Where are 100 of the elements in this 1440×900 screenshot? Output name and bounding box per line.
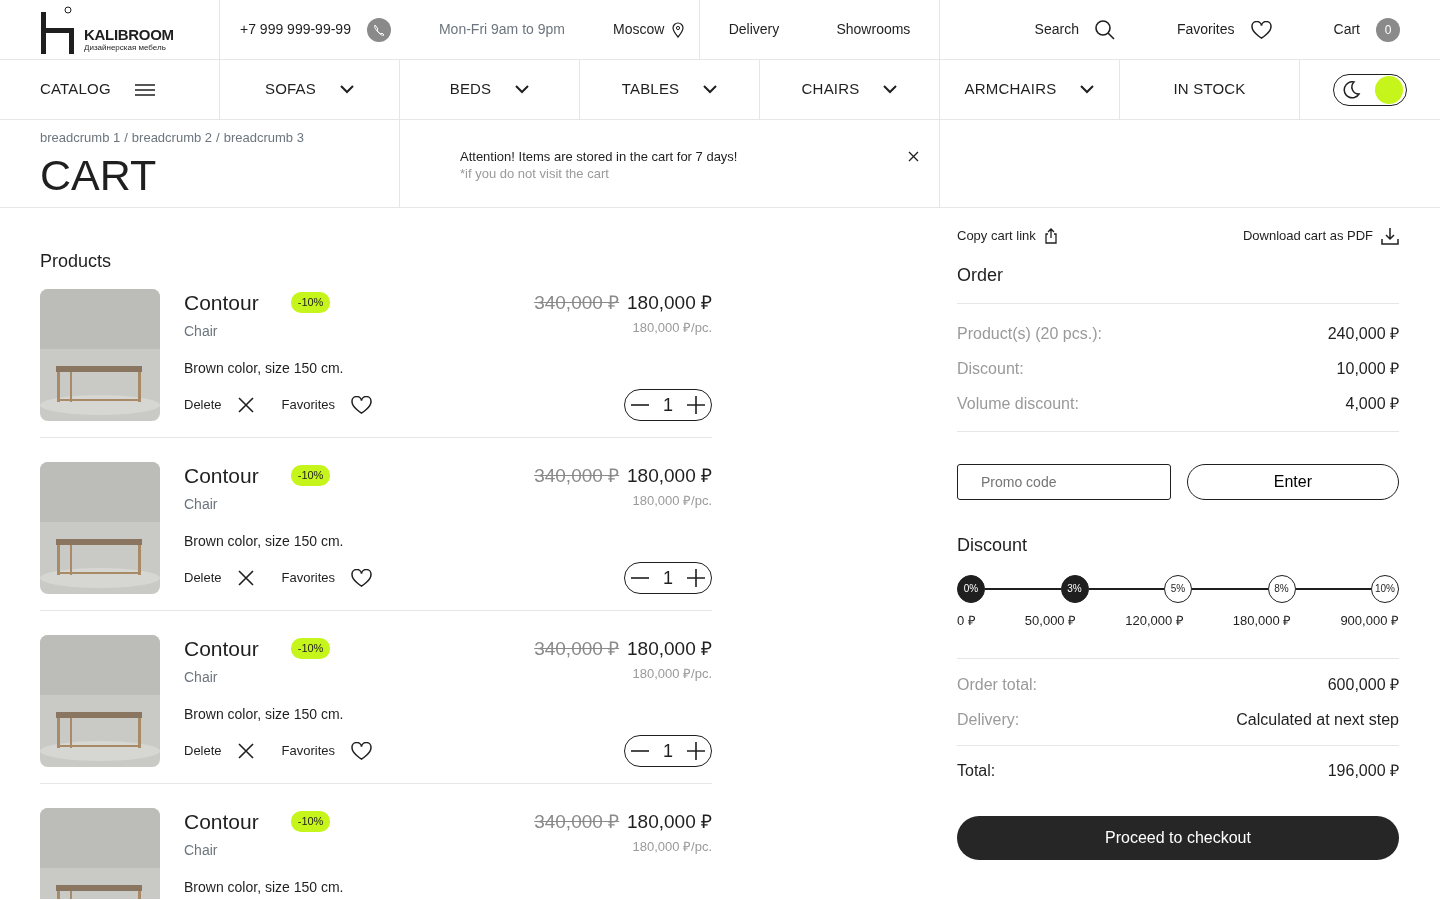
discount-badge: -10%	[290, 292, 331, 313]
discount-badge: -10%	[290, 811, 331, 832]
product-name[interactable]: Contour	[184, 811, 259, 832]
nav-link[interactable]: Delivery	[728, 19, 780, 40]
unit-price: 180,000 ₽/pc.	[631, 318, 712, 337]
promo-code-field[interactable]: Promo code	[957, 463, 1171, 500]
quantity-value: 1	[663, 739, 673, 763]
old-price: 340,000 ₽	[534, 638, 620, 659]
product-type: Chair	[184, 322, 219, 341]
threshold-label: 900,000 ₽	[1340, 611, 1399, 630]
summary-label: Product(s) (20 pcs.):	[957, 323, 1102, 344]
notice-note: *if you do not visit the cart	[460, 166, 610, 181]
product-type: Chair	[184, 495, 219, 514]
brand-name: KALIBROOM	[84, 27, 174, 43]
threshold-label: 0 ₽	[957, 611, 976, 630]
copy-link[interactable]: Copy cart link	[957, 226, 1036, 246]
category-tab[interactable]: CHAIRS	[801, 78, 860, 101]
category-tab[interactable]: ARMCHAIRS	[964, 78, 1057, 101]
summary-label: Volume discount:	[957, 393, 1079, 414]
summary-value: 10,000 ₽	[1336, 358, 1399, 379]
breadcrumb-separator: /	[124, 129, 128, 147]
logo[interactable]: KALIBROOM Дизайнерская мебель	[40, 5, 174, 54]
quantity-value: 1	[663, 566, 673, 590]
section-title: Discount	[957, 533, 1029, 557]
share-icon[interactable]	[1043, 227, 1058, 244]
summary-label: Delivery:	[957, 710, 1020, 730]
total-label: Total:	[957, 761, 996, 781]
nav-link[interactable]: Showrooms	[836, 19, 911, 40]
plus-icon[interactable]	[687, 742, 705, 760]
heart-icon[interactable]	[351, 396, 373, 414]
chevron-down-icon	[883, 85, 898, 94]
chevron-down-icon	[340, 85, 354, 94]
heart-icon[interactable]	[1250, 20, 1272, 39]
close-icon[interactable]	[237, 743, 254, 759]
product-description: Brown color, size 150 cm.	[184, 359, 345, 378]
phone-number[interactable]: +7 999 999-99-99	[240, 19, 351, 40]
threshold-label: 50,000 ₽	[1024, 611, 1077, 630]
download-link[interactable]: Download cart as PDF	[1242, 226, 1373, 246]
catalog-menu[interactable]: CATALOG	[40, 78, 111, 101]
discount-step: 5%	[1164, 574, 1192, 603]
category-tab[interactable]: SOFAS	[265, 78, 316, 101]
plus-icon[interactable]	[687, 569, 705, 587]
checkout-button[interactable]: Proceed to checkout	[957, 816, 1399, 860]
phone-icon[interactable]	[366, 17, 391, 42]
product-type: Chair	[184, 841, 219, 860]
close-icon[interactable]	[237, 397, 254, 413]
plus-icon[interactable]	[687, 396, 705, 414]
threshold-label: 180,000 ₽	[1232, 611, 1292, 630]
delete-link[interactable]: Delete	[184, 741, 222, 761]
summary-value: Calculated at next step	[1236, 710, 1399, 730]
product-description: Brown color, size 150 cm.	[184, 705, 345, 724]
moon-icon	[1341, 79, 1361, 100]
quantity-value: 1	[663, 393, 673, 417]
unit-price: 180,000 ₽/pc.	[631, 664, 712, 683]
total-value: 196,000 ₽	[1327, 761, 1399, 781]
threshold-label: 120,000 ₽	[1125, 611, 1184, 630]
search-icon[interactable]	[1094, 19, 1115, 40]
favorites-link[interactable]: Favorites	[1176, 19, 1235, 40]
category-tab[interactable]: BEDS	[449, 78, 492, 101]
heart-icon[interactable]	[351, 569, 373, 587]
summary-value: 4,000 ₽	[1345, 393, 1399, 414]
cart-link[interactable]: Cart	[1333, 19, 1360, 40]
close-icon[interactable]	[908, 151, 919, 162]
location-pin-icon[interactable]	[672, 21, 685, 38]
price: 180,000 ₽	[627, 465, 712, 486]
breadcrumb-link[interactable]: breadcrumb 3	[223, 128, 304, 148]
unit-price: 180,000 ₽/pc.	[631, 837, 712, 856]
product-name[interactable]: Contour	[184, 292, 259, 313]
breadcrumb-link[interactable]: breadcrumb 1	[40, 128, 121, 148]
breadcrumb-link[interactable]: breadcrumb 2	[131, 128, 213, 148]
delete-link[interactable]: Delete	[184, 395, 222, 415]
chevron-down-icon	[703, 85, 718, 94]
heart-icon[interactable]	[351, 742, 373, 760]
delete-link[interactable]: Delete	[184, 568, 222, 588]
category-tab[interactable]: IN STOCK	[1173, 78, 1246, 101]
old-price: 340,000 ₽	[534, 292, 620, 313]
working-hours: Mon-Fri 9am to 9pm	[438, 20, 565, 39]
product-name[interactable]: Contour	[184, 638, 259, 659]
favorites-link[interactable]: Favorites	[281, 395, 336, 415]
product-description: Brown color, size 150 cm.	[184, 878, 345, 897]
search-link[interactable]: Search	[1034, 19, 1079, 40]
summary-value: 240,000 ₽	[1327, 323, 1399, 344]
old-price: 340,000 ₽	[534, 811, 620, 832]
enter-button[interactable]: Enter	[1186, 463, 1399, 500]
product-name[interactable]: Contour	[184, 465, 259, 486]
menu-icon[interactable]	[134, 83, 155, 96]
brand-subtitle: Дизайнерская мебель	[84, 42, 167, 54]
breadcrumb-separator: /	[216, 129, 220, 147]
category-tab[interactable]: TABLES	[621, 78, 680, 101]
summary-label: Order total:	[957, 675, 1038, 695]
chevron-down-icon	[1080, 85, 1095, 94]
download-icon[interactable]	[1381, 226, 1399, 245]
city-link[interactable]: Moscow	[613, 19, 665, 40]
section-title: Order	[957, 263, 1004, 287]
discount-step: 8%	[1267, 574, 1296, 603]
favorites-link[interactable]: Favorites	[281, 741, 336, 761]
old-price: 340,000 ₽	[534, 465, 620, 486]
close-icon[interactable]	[237, 570, 254, 586]
page-title: CART	[40, 149, 158, 201]
favorites-link[interactable]: Favorites	[281, 568, 336, 588]
